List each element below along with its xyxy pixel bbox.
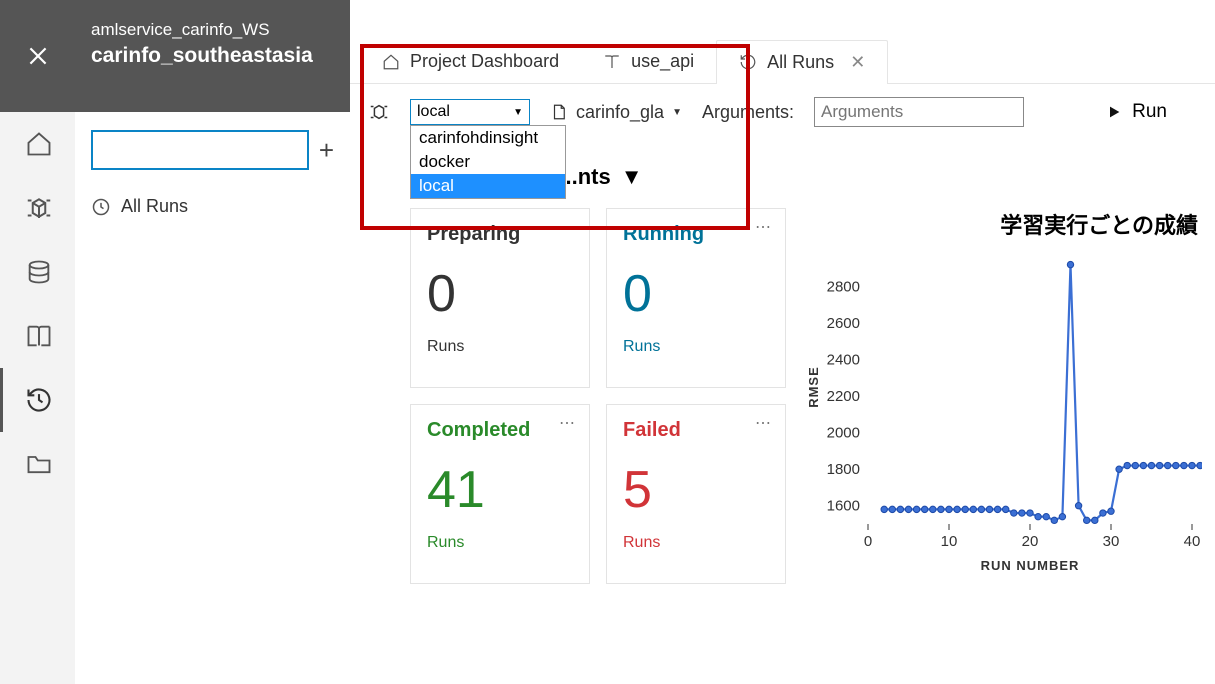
file-select[interactable]: carinfo_gla ▼ xyxy=(550,102,682,123)
compute-option[interactable]: local xyxy=(411,174,565,198)
arguments-input[interactable] xyxy=(814,97,1024,127)
card-title: Failed xyxy=(623,419,769,442)
card-title: Preparing xyxy=(427,223,573,246)
tab-use-api[interactable]: use_api xyxy=(581,40,716,84)
svg-text:40: 40 xyxy=(1184,533,1201,550)
play-icon xyxy=(1106,104,1122,120)
tab-label: All Runs xyxy=(767,52,834,73)
history-icon xyxy=(739,53,757,71)
card-unit: Runs xyxy=(427,534,573,552)
file-icon xyxy=(550,102,568,122)
add-experiment-button[interactable]: + xyxy=(319,135,334,166)
all-runs-link[interactable]: All Runs xyxy=(91,196,334,217)
card-failed[interactable]: ⋯ Failed 5 Runs xyxy=(606,404,786,584)
card-menu-icon[interactable]: ⋯ xyxy=(755,217,773,237)
compute-select[interactable]: local ▼ carinfohdinsight docker local xyxy=(410,99,530,125)
svg-text:2400: 2400 xyxy=(827,352,860,369)
card-value: 5 xyxy=(623,460,769,520)
chart-canvas: 1600 1800 2000 2200 2400 2600 2800 0 10 20 30 40 RMS… xyxy=(802,240,1202,580)
svg-text:1800: 1800 xyxy=(827,461,860,478)
book-icon xyxy=(603,53,621,71)
card-unit: Runs xyxy=(427,338,573,356)
card-menu-icon[interactable]: ⋯ xyxy=(559,413,577,433)
card-value: 0 xyxy=(427,264,573,324)
tab-project-dashboard[interactable]: Project Dashboard xyxy=(360,40,581,84)
run-toolbar: local ▼ carinfohdinsight docker local ca… xyxy=(350,84,1215,140)
run-button[interactable]: Run xyxy=(1106,101,1167,123)
svg-text:2600: 2600 xyxy=(827,315,860,332)
card-unit: Runs xyxy=(623,534,769,552)
card-completed[interactable]: ⋯ Completed 41 Runs xyxy=(410,404,590,584)
all-runs-label: All Runs xyxy=(121,196,188,217)
card-value: 0 xyxy=(623,264,769,324)
close-app-button[interactable] xyxy=(0,0,75,112)
compute-dropdown-list: carinfohdinsight docker local xyxy=(410,125,566,199)
tab-bar: Project Dashboard use_api All Runs ✕ xyxy=(350,40,1215,84)
svg-text:0: 0 xyxy=(864,533,872,550)
chevron-down-icon: ▼ xyxy=(513,107,523,118)
svg-text:1600: 1600 xyxy=(827,498,860,515)
compute-option[interactable]: docker xyxy=(411,150,565,174)
main-area: Project Dashboard use_api All Runs ✕ loc… xyxy=(350,0,1215,684)
chart-title: 学習実行ごとの成績 xyxy=(802,208,1202,240)
workspace-title: carinfo_southeastasia xyxy=(91,44,334,68)
svg-text:2000: 2000 xyxy=(827,425,860,442)
card-menu-icon[interactable]: ⋯ xyxy=(755,413,773,433)
workspace-subtitle: amlservice_carinfo_WS xyxy=(91,20,334,40)
tab-all-runs[interactable]: All Runs ✕ xyxy=(716,40,888,84)
compute-icon xyxy=(368,101,390,123)
rail-data[interactable] xyxy=(0,240,75,304)
rmse-chart: 学習実行ごとの成績 160018002000220024002600280001… xyxy=(802,208,1202,588)
rail-home[interactable] xyxy=(0,112,75,176)
tab-label: use_api xyxy=(631,51,694,72)
card-title: Completed xyxy=(427,419,573,442)
svg-text:RUN NUMBER: RUN NUMBER xyxy=(981,558,1080,573)
svg-text:30: 30 xyxy=(1103,533,1120,550)
rail-compute[interactable] xyxy=(0,176,75,240)
card-preparing[interactable]: ⋯ Preparing 0 Runs xyxy=(410,208,590,388)
workspace-header: amlservice_carinfo_WS carinfo_southeasta… xyxy=(75,0,350,112)
card-title: Running xyxy=(623,223,769,246)
rail-files[interactable] xyxy=(0,432,75,496)
card-unit: Runs xyxy=(623,338,769,356)
nav-rail xyxy=(0,0,75,684)
home-icon xyxy=(382,53,400,71)
svg-text:2200: 2200 xyxy=(827,388,860,405)
svg-text:2800: 2800 xyxy=(827,279,860,296)
card-running[interactable]: ⋯ Running 0 Runs xyxy=(606,208,786,388)
run-button-label: Run xyxy=(1132,101,1167,123)
workspace-panel: amlservice_carinfo_WS carinfo_southeasta… xyxy=(75,0,350,684)
card-menu-icon[interactable]: ⋯ xyxy=(559,217,577,237)
tab-label: Project Dashboard xyxy=(410,51,559,72)
chevron-down-icon: ▼ xyxy=(621,164,643,190)
rail-history[interactable] xyxy=(0,368,75,432)
rail-notebooks[interactable] xyxy=(0,304,75,368)
compute-option[interactable]: carinfohdinsight xyxy=(411,126,565,150)
svg-text:10: 10 xyxy=(941,533,958,550)
card-value: 41 xyxy=(427,460,573,520)
svg-text:RMSE: RMSE xyxy=(806,366,821,408)
file-label: carinfo_gla xyxy=(576,102,664,123)
new-experiment-input[interactable] xyxy=(91,130,309,170)
close-icon[interactable]: ✕ xyxy=(850,52,865,73)
svg-text:20: 20 xyxy=(1022,533,1039,550)
compute-selected-value: local xyxy=(417,103,450,121)
chevron-down-icon: ▼ xyxy=(672,107,682,118)
arguments-label: Arguments: xyxy=(702,102,794,123)
